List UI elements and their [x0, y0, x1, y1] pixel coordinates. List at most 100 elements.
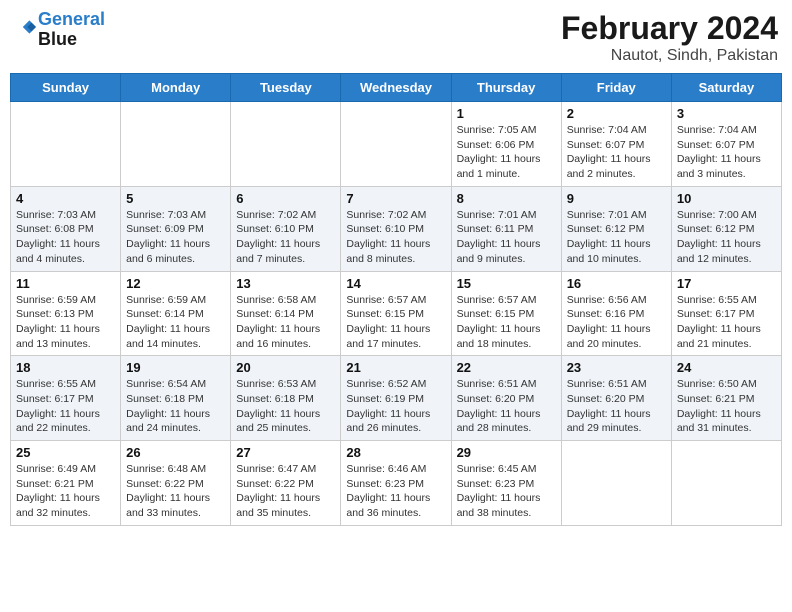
calendar-cell: 13 Sunrise: 6:58 AM Sunset: 6:14 PM Dayli…: [231, 271, 341, 356]
calendar-cell: 19Sunrise: 6:54 AM Sunset: 6:18 PM Dayli…: [121, 356, 231, 441]
day-info: Sunrise: 7:00 AM Sunset: 6:12 PM Dayligh…: [677, 208, 776, 267]
calendar-table: SundayMondayTuesdayWednesdayThursdayFrid…: [10, 73, 782, 526]
day-info: Sunrise: 7:05 AM Sunset: 6:06 PM Dayligh…: [457, 123, 556, 182]
day-info: Sunrise: 6:49 AM Sunset: 6:21 PM Dayligh…: [16, 462, 115, 521]
calendar-cell: 20Sunrise: 6:53 AM Sunset: 6:18 PM Dayli…: [231, 356, 341, 441]
day-number: 29: [457, 445, 556, 460]
day-info: Sunrise: 7:01 AM Sunset: 6:12 PM Dayligh…: [567, 208, 666, 267]
day-number: 28: [346, 445, 445, 460]
day-info: Sunrise: 6:47 AM Sunset: 6:22 PM Dayligh…: [236, 462, 335, 521]
day-number: 2: [567, 106, 666, 121]
logo: GeneralBlue: [14, 10, 105, 50]
calendar-cell: 21 Sunrise: 6:52 AM Sunset: 6:19 PM Dayli…: [341, 356, 451, 441]
calendar-cell: 8Sunrise: 7:01 AM Sunset: 6:11 PM Daylig…: [451, 186, 561, 271]
day-header-thursday: Thursday: [451, 74, 561, 102]
calendar-cell: 10 Sunrise: 7:00 AM Sunset: 6:12 PM Dayli…: [671, 186, 781, 271]
calendar-cell: 9Sunrise: 7:01 AM Sunset: 6:12 PM Daylig…: [561, 186, 671, 271]
day-info: Sunrise: 6:45 AM Sunset: 6:23 PM Dayligh…: [457, 462, 556, 521]
calendar-cell: [341, 102, 451, 187]
title-block: February 2024 Nautot, Sindh, Pakistan: [561, 10, 778, 65]
day-number: 27: [236, 445, 335, 460]
day-info: Sunrise: 6:48 AM Sunset: 6:22 PM Dayligh…: [126, 462, 225, 521]
calendar-cell: [121, 102, 231, 187]
calendar-cell: 5 Sunrise: 7:03 AM Sunset: 6:09 PM Daylig…: [121, 186, 231, 271]
day-info: Sunrise: 7:02 AM Sunset: 6:10 PM Dayligh…: [346, 208, 445, 267]
day-number: 11: [16, 276, 115, 291]
logo-text: GeneralBlue: [38, 10, 105, 50]
page-header: GeneralBlue February 2024 Nautot, Sindh,…: [10, 10, 782, 65]
calendar-cell: [561, 441, 671, 526]
calendar-cell: 2 Sunrise: 7:04 AM Sunset: 6:07 PM Daylig…: [561, 102, 671, 187]
calendar-cell: 7 Sunrise: 7:02 AM Sunset: 6:10 PM Daylig…: [341, 186, 451, 271]
calendar-cell: 15 Sunrise: 6:57 AM Sunset: 6:15 PM Dayli…: [451, 271, 561, 356]
day-number: 7: [346, 191, 445, 206]
day-info: Sunrise: 7:03 AM Sunset: 6:09 PM Dayligh…: [126, 208, 225, 267]
day-number: 22: [457, 360, 556, 375]
calendar-cell: [231, 102, 341, 187]
day-info: Sunrise: 7:04 AM Sunset: 6:07 PM Dayligh…: [677, 123, 776, 182]
day-number: 5: [126, 191, 225, 206]
day-info: Sunrise: 7:02 AM Sunset: 6:10 PM Dayligh…: [236, 208, 335, 267]
calendar-cell: 28 Sunrise: 6:46 AM Sunset: 6:23 PM Dayli…: [341, 441, 451, 526]
day-number: 16: [567, 276, 666, 291]
calendar-cell: 1 Sunrise: 7:05 AM Sunset: 6:06 PM Daylig…: [451, 102, 561, 187]
day-info: Sunrise: 6:50 AM Sunset: 6:21 PM Dayligh…: [677, 377, 776, 436]
calendar-cell: 25 Sunrise: 6:49 AM Sunset: 6:21 PM Dayli…: [11, 441, 121, 526]
calendar-cell: 23 Sunrise: 6:51 AM Sunset: 6:20 PM Dayli…: [561, 356, 671, 441]
day-info: Sunrise: 6:59 AM Sunset: 6:14 PM Dayligh…: [126, 293, 225, 352]
day-info: Sunrise: 6:51 AM Sunset: 6:20 PM Dayligh…: [567, 377, 666, 436]
day-number: 23: [567, 360, 666, 375]
day-info: Sunrise: 6:52 AM Sunset: 6:19 PM Dayligh…: [346, 377, 445, 436]
day-info: Sunrise: 6:57 AM Sunset: 6:15 PM Dayligh…: [457, 293, 556, 352]
day-number: 12: [126, 276, 225, 291]
day-number: 1: [457, 106, 556, 121]
day-header-tuesday: Tuesday: [231, 74, 341, 102]
day-number: 14: [346, 276, 445, 291]
day-number: 26: [126, 445, 225, 460]
day-info: Sunrise: 7:03 AM Sunset: 6:08 PM Dayligh…: [16, 208, 115, 267]
day-number: 18: [16, 360, 115, 375]
day-info: Sunrise: 6:57 AM Sunset: 6:15 PM Dayligh…: [346, 293, 445, 352]
day-number: 10: [677, 191, 776, 206]
day-info: Sunrise: 6:46 AM Sunset: 6:23 PM Dayligh…: [346, 462, 445, 521]
calendar-cell: 22 Sunrise: 6:51 AM Sunset: 6:20 PM Dayli…: [451, 356, 561, 441]
day-number: 3: [677, 106, 776, 121]
day-number: 24: [677, 360, 776, 375]
day-number: 4: [16, 191, 115, 206]
day-header-monday: Monday: [121, 74, 231, 102]
calendar-cell: 11 Sunrise: 6:59 AM Sunset: 6:13 PM Dayli…: [11, 271, 121, 356]
day-number: 21: [346, 360, 445, 375]
day-info: Sunrise: 6:55 AM Sunset: 6:17 PM Dayligh…: [16, 377, 115, 436]
calendar-cell: 24 Sunrise: 6:50 AM Sunset: 6:21 PM Dayli…: [671, 356, 781, 441]
location: Nautot, Sindh, Pakistan: [561, 47, 778, 65]
calendar-cell: 18 Sunrise: 6:55 AM Sunset: 6:17 PM Dayli…: [11, 356, 121, 441]
day-info: Sunrise: 7:04 AM Sunset: 6:07 PM Dayligh…: [567, 123, 666, 182]
calendar-cell: 6 Sunrise: 7:02 AM Sunset: 6:10 PM Daylig…: [231, 186, 341, 271]
calendar-cell: [671, 441, 781, 526]
calendar-cell: 12 Sunrise: 6:59 AM Sunset: 6:14 PM Dayli…: [121, 271, 231, 356]
day-header-wednesday: Wednesday: [341, 74, 451, 102]
calendar-cell: [11, 102, 121, 187]
day-number: 15: [457, 276, 556, 291]
day-info: Sunrise: 6:55 AM Sunset: 6:17 PM Dayligh…: [677, 293, 776, 352]
day-info: Sunrise: 6:59 AM Sunset: 6:13 PM Dayligh…: [16, 293, 115, 352]
day-number: 25: [16, 445, 115, 460]
calendar-cell: 29 Sunrise: 6:45 AM Sunset: 6:23 PM Dayli…: [451, 441, 561, 526]
day-info: Sunrise: 6:51 AM Sunset: 6:20 PM Dayligh…: [457, 377, 556, 436]
day-header-friday: Friday: [561, 74, 671, 102]
month-year: February 2024: [561, 10, 778, 47]
calendar-cell: 26 Sunrise: 6:48 AM Sunset: 6:22 PM Dayli…: [121, 441, 231, 526]
day-header-sunday: Sunday: [11, 74, 121, 102]
calendar-cell: 3 Sunrise: 7:04 AM Sunset: 6:07 PM Daylig…: [671, 102, 781, 187]
day-header-saturday: Saturday: [671, 74, 781, 102]
day-number: 19: [126, 360, 225, 375]
day-number: 17: [677, 276, 776, 291]
day-info: Sunrise: 6:53 AM Sunset: 6:18 PM Dayligh…: [236, 377, 335, 436]
day-info: Sunrise: 6:58 AM Sunset: 6:14 PM Dayligh…: [236, 293, 335, 352]
day-info: Sunrise: 6:56 AM Sunset: 6:16 PM Dayligh…: [567, 293, 666, 352]
calendar-cell: 4 Sunrise: 7:03 AM Sunset: 6:08 PM Daylig…: [11, 186, 121, 271]
day-number: 8: [457, 191, 556, 206]
calendar-cell: 27 Sunrise: 6:47 AM Sunset: 6:22 PM Dayli…: [231, 441, 341, 526]
day-number: 13: [236, 276, 335, 291]
day-number: 6: [236, 191, 335, 206]
